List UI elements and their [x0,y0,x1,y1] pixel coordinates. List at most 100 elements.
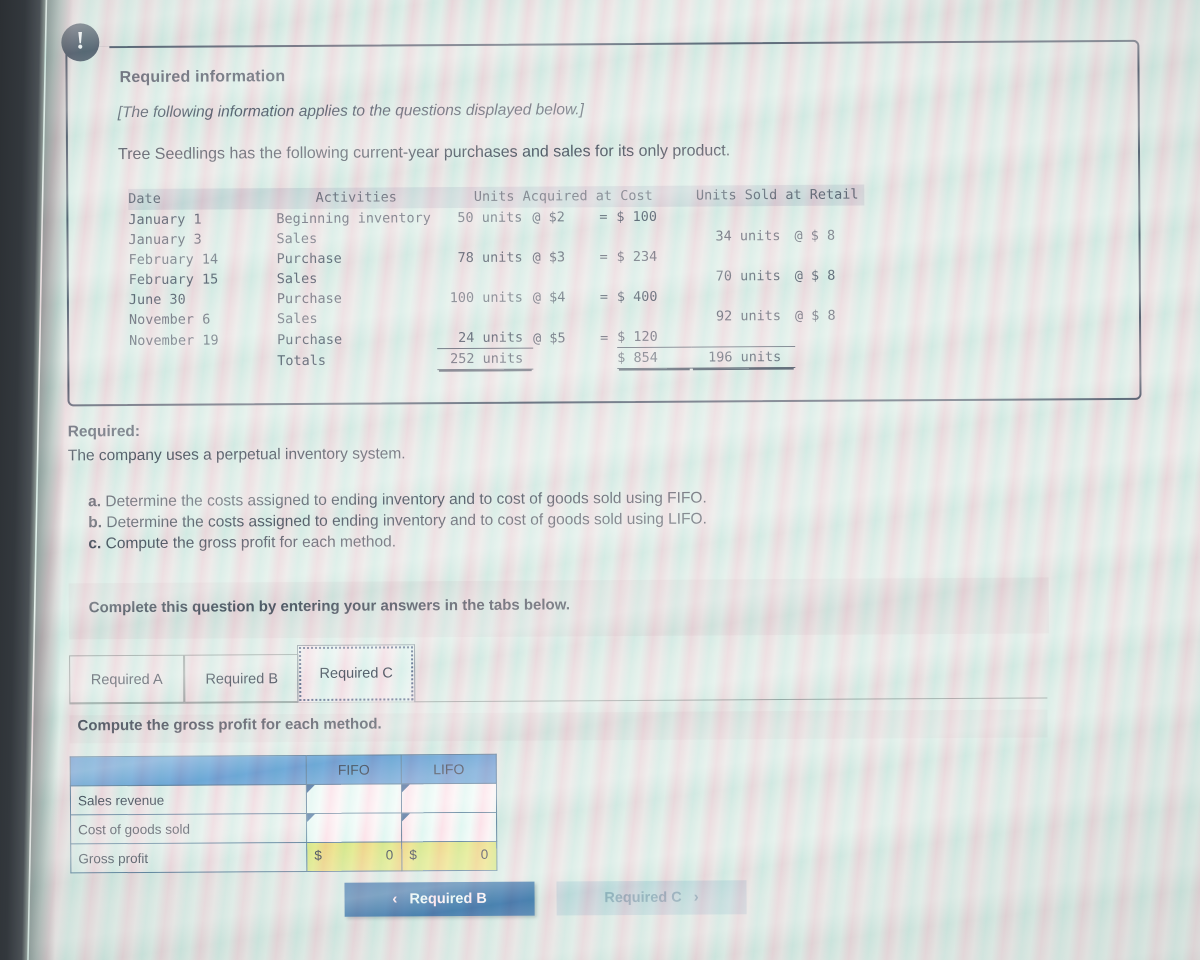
required-item-b-text: Determine the costs assigned to ending i… [106,510,707,532]
row-acq-at: @ $5 [533,329,566,347]
input-cogs-fifo[interactable] [306,812,402,843]
row-acq-units: 50 units [457,209,523,227]
row-sold-units [691,325,796,348]
input-sales-revenue-lifo[interactable] [401,783,497,813]
next-button-label: Required C [604,889,682,907]
gross-profit-lifo-currency: $ [409,847,417,863]
row-sold-units: 70 units [715,268,781,285]
answer-header-corner [70,755,307,786]
required-item-b: b. Determine the costs assigned to endin… [88,509,707,534]
row-acq-cost: $ 100 [616,208,658,226]
row-acq-at [533,307,591,327]
required-label: Required: [67,422,141,441]
table-row: Cost of goods sold [70,812,497,844]
row-sold-units [691,286,795,307]
row-sold-units [691,246,795,267]
row-sold-at: @ $ 8 [794,307,836,324]
intro-sentence: Tree Seedlings has the following current… [117,142,731,164]
row-acq-cost [617,307,691,327]
required-items-list: a. Determine the costs assigned to endin… [88,488,707,555]
row-activity: Beginning inventory [276,210,431,228]
next-required-c-button[interactable]: Required C › [556,880,747,916]
answer-header-row: FIFO LIFO [70,754,497,786]
row-activity: Purchase [276,250,342,268]
table-row: Sales revenue [70,783,497,815]
row-acq-at: @ $2 [532,209,565,226]
required-item-c-text: Compute the gross profit for each method… [105,533,397,553]
row-sold-units: 34 units [715,228,781,245]
row-equals: = [599,209,608,226]
row-sold-at [795,326,865,347]
tab-required-b[interactable]: Required B [184,654,300,703]
row-label-gross-profit: Gross profit [70,842,307,873]
row-date: January 1 [128,211,202,229]
totals-blank-at [533,348,591,369]
row-acq-units: 24 units [437,327,534,349]
row-sold-at: @ $ 8 [794,227,836,244]
row-date: January 3 [128,231,202,249]
totals-blank-eq [591,348,617,369]
row-activity: Sales [276,310,318,328]
row-date: November 6 [128,311,211,329]
tab-required-a[interactable]: Required A [69,654,185,704]
photographed-screen: ! Required information [The following in… [0,0,1200,960]
row-equals [590,227,616,247]
header-units-acquired: Units Acquired at Cost [436,185,691,209]
required-item-a-letter: a. [88,493,102,511]
row-sold-units: 92 units [715,308,782,325]
gross-profit-fifo-value: 0 [385,847,394,863]
exclamation-icon: ! [61,23,100,62]
totals-acq-cost: $ 854 [617,347,692,369]
row-acq-at: @ $4 [532,289,566,306]
input-cogs-lifo[interactable] [401,812,497,842]
gross-profit-answer-table: FIFO LIFO Sales revenue Cost of goods so… [70,754,498,874]
totals-row: Totals 252 units $ 854 196 units [129,346,865,371]
row-activity: Purchase [277,331,343,348]
gross-profit-lifo-value: 0 [480,846,489,862]
required-item-a-text: Determine the costs assigned to ending i… [105,489,707,511]
row-label-cost-of-goods-sold: Cost of goods sold [70,813,307,844]
computed-gross-profit-fifo: $ 0 [306,841,402,872]
row-acq-at [532,227,590,247]
row-acq-at [533,267,591,287]
row-sold-at [794,206,864,226]
row-acq-units [437,268,533,289]
row-acq-units [436,228,532,249]
totals-sold-units: 196 units [691,346,796,369]
totals-label: Totals [277,352,327,369]
row-sold-at: @ $ 8 [794,267,836,284]
header-date: Date [128,188,277,211]
row-acq-cost: $ 400 [616,288,658,306]
row-acq-cost [617,267,691,287]
row-acq-cost [616,227,690,247]
row-activity: Sales [276,230,318,248]
totals-blank-ret [795,346,865,367]
chevron-right-icon: › [693,888,699,906]
page-content: ! Required information [The following in… [0,0,1200,960]
tab-required-c[interactable]: Required C [297,644,416,704]
row-equals: = [599,249,608,266]
computed-gross-profit-lifo: $ 0 [401,841,497,871]
row-acq-units: 100 units [449,289,523,307]
answer-header-lifo: LIFO [401,754,497,784]
row-activity: Purchase [276,290,342,308]
row-acq-cost: $ 120 [617,326,692,348]
row-acq-cost: $ 234 [616,248,658,266]
perpetual-system-note: The company uses a perpetual inventory s… [67,445,406,465]
input-sales-revenue-fifo[interactable] [306,783,402,814]
row-acq-units [437,308,533,329]
row-date: February 15 [128,271,219,289]
subprompt-text: Compute the gross profit for each method… [77,715,382,735]
row-sold-at [795,246,865,266]
row-equals [591,267,617,287]
activity-table: Date Activities Units Acquired at Cost U… [128,184,865,372]
row-sold-units [690,206,794,227]
gross-profit-fifo-currency: $ [314,847,322,863]
applies-note: [The following information applies to th… [117,101,584,122]
row-acq-at: @ $3 [532,249,566,266]
prev-button-label: Required B [409,890,487,908]
answer-header-fifo: FIFO [306,754,402,785]
required-information-title: Required information [119,68,286,87]
tab-strip: Required A Required B Required C [69,640,1048,705]
prev-required-b-button[interactable]: ‹ Required B [344,881,535,917]
